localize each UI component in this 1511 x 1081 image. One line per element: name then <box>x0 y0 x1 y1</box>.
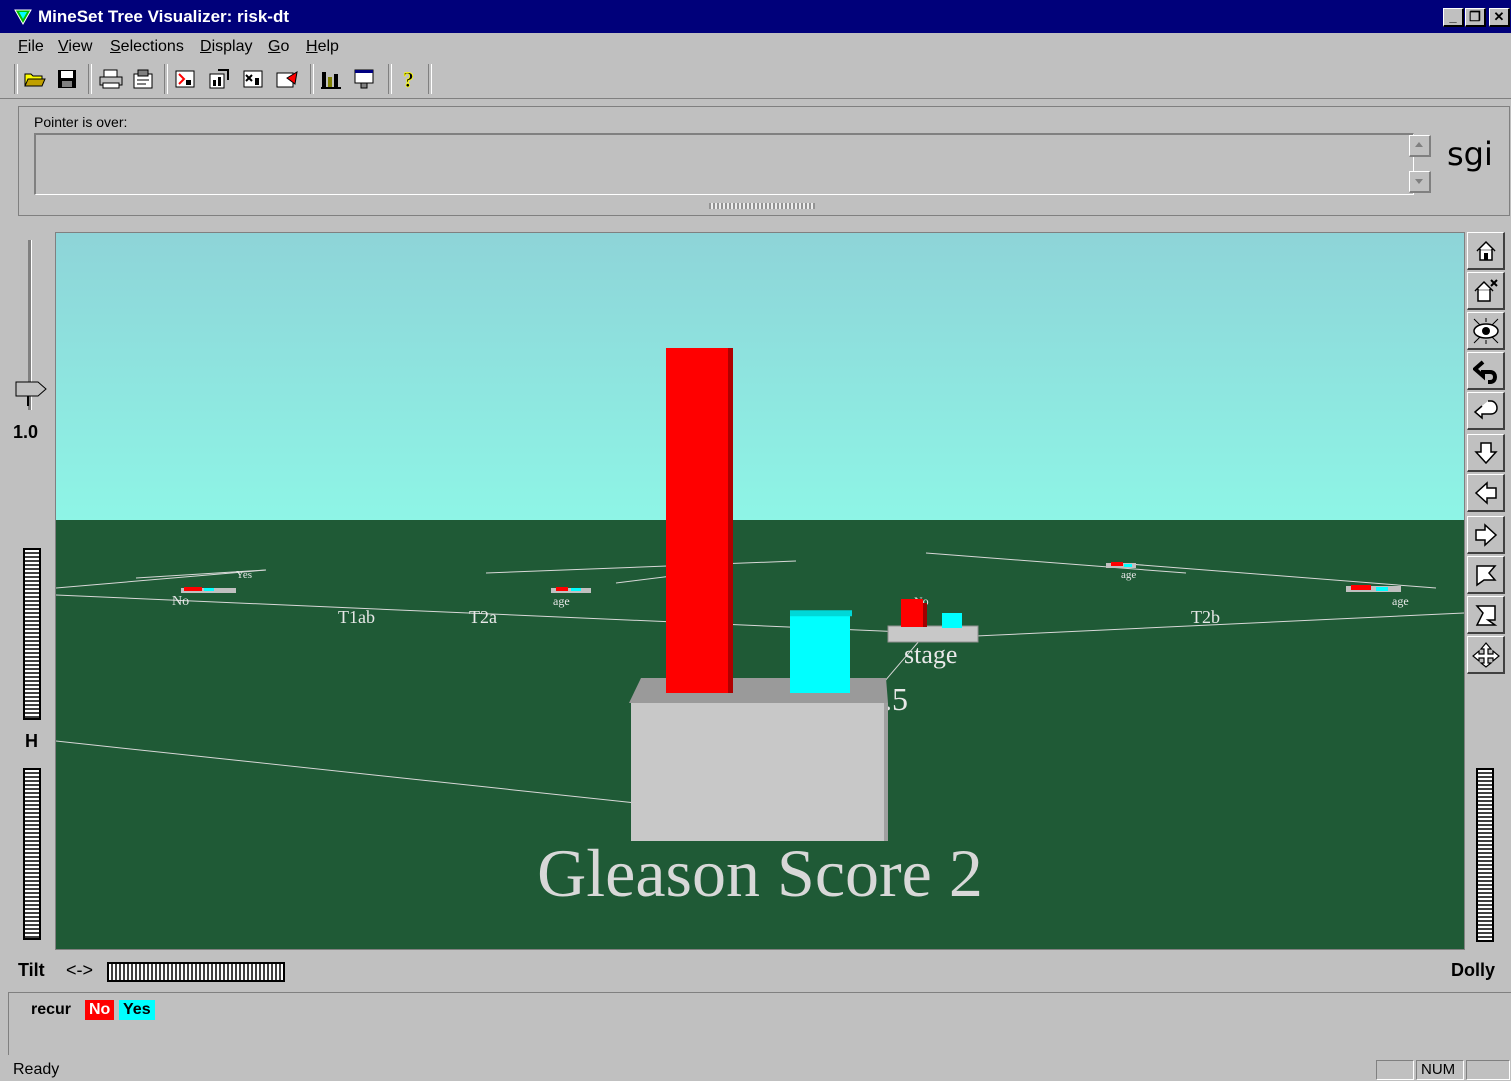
arrow-down-icon <box>1415 179 1423 184</box>
set-home-icon <box>1473 278 1498 302</box>
node-label: age <box>1392 594 1409 608</box>
home-button[interactable] <box>1467 232 1505 270</box>
chart-icon[interactable] <box>318 66 344 92</box>
mineset-app-icon <box>14 9 32 26</box>
menu-selections[interactable]: Selections <box>110 38 184 56</box>
open-icon[interactable] <box>22 66 48 92</box>
bar-no-side <box>728 348 733 693</box>
tilt-arrows: <-> <box>66 960 94 980</box>
down-button[interactable] <box>1467 434 1505 472</box>
flag-left-button[interactable] <box>1467 556 1505 594</box>
tilt-thumbwheel[interactable] <box>107 962 285 982</box>
sgi-logo: sgi <box>1447 135 1493 173</box>
view-all-button[interactable] <box>1467 312 1505 350</box>
arrow-left-icon <box>1474 480 1497 505</box>
save-icon[interactable] <box>54 66 80 92</box>
properties-icon[interactable] <box>130 66 156 92</box>
tree-scene[interactable]: No Yes No age age age T1ab T2a T2b stage… <box>56 233 1464 949</box>
bar-yes <box>790 614 850 693</box>
svg-text:?: ? <box>403 67 414 91</box>
tool-c-icon[interactable] <box>240 66 266 92</box>
branch-label: T1ab <box>338 607 375 627</box>
node-title: Gleason Score 2 <box>537 835 983 911</box>
menu-bar: File View Selections Display Go Help <box>0 34 1511 60</box>
branch-label: T2a <box>469 607 497 627</box>
arrow-right-icon <box>1474 522 1497 547</box>
close-button[interactable]: ✕ <box>1489 8 1510 27</box>
legend-class-yes[interactable]: Yes <box>119 1000 155 1020</box>
sky <box>56 233 1464 520</box>
arrow-down-icon <box>1473 441 1498 464</box>
minimize-button[interactable]: _ <box>1443 8 1464 27</box>
flag-icon <box>1474 604 1497 626</box>
status-num: NUM <box>1416 1060 1464 1080</box>
pointer-readout <box>34 133 1414 195</box>
status-bar: Ready NUM <box>0 1058 1511 1081</box>
navigate-button[interactable] <box>1467 636 1505 674</box>
node-label: age <box>1121 569 1136 581</box>
height-thumbwheel[interactable] <box>23 548 41 720</box>
legend-attribute: recur <box>31 1001 72 1018</box>
node-label: age <box>553 594 570 608</box>
flag-icon <box>1475 564 1497 586</box>
status-text: Ready <box>13 1061 60 1078</box>
set-home-button[interactable] <box>1467 272 1505 310</box>
restore-button[interactable]: ❐ <box>1465 8 1486 27</box>
right-button[interactable] <box>1467 516 1505 554</box>
dolly-label: Dolly <box>1451 960 1496 980</box>
rotate-thumbwheel[interactable] <box>23 768 41 940</box>
zoom-slider-thumb[interactable] <box>14 378 48 406</box>
legend-panel: recur No Yes <box>8 992 1511 1055</box>
tool-d-icon[interactable] <box>274 66 300 92</box>
navigate-arrows-icon <box>1471 641 1500 668</box>
home-icon <box>1475 240 1496 261</box>
panel-resize-grip[interactable] <box>709 203 815 209</box>
title-bar[interactable]: MineSet Tree Visualizer: risk-dt _ ❐ ✕ <box>0 0 1511 33</box>
menu-view[interactable]: View <box>58 38 92 56</box>
menu-go[interactable]: Go <box>268 38 289 56</box>
print-icon[interactable] <box>98 66 124 92</box>
arrow-up-icon <box>1415 142 1423 147</box>
return-arrow-icon <box>1473 399 1498 420</box>
legend-class-no[interactable]: No <box>85 1000 115 1020</box>
leaf-label: No <box>172 594 189 609</box>
pointer-label: Pointer is over: <box>34 114 128 130</box>
scroll-up-button[interactable] <box>1409 135 1431 157</box>
tool-b-icon[interactable] <box>206 66 232 92</box>
bar-no <box>666 348 728 693</box>
menu-help[interactable]: Help <box>306 38 339 56</box>
pointer-panel: Pointer is over: sgi <box>18 106 1510 216</box>
left-button[interactable] <box>1467 474 1505 512</box>
scroll-down-button[interactable] <box>1409 171 1431 193</box>
status-pane-empty <box>1466 1060 1510 1080</box>
stage-node-label: stage <box>904 640 957 669</box>
menu-display[interactable]: Display <box>200 38 252 56</box>
toolbar: ? <box>0 60 1511 99</box>
return-button[interactable] <box>1467 392 1505 430</box>
tool-a-icon[interactable] <box>172 66 198 92</box>
help-icon[interactable]: ? <box>396 66 422 92</box>
height-label: H <box>25 731 38 751</box>
tilt-label: Tilt <box>18 960 45 980</box>
back-button[interactable] <box>1467 352 1505 390</box>
window-icon[interactable] <box>352 66 378 92</box>
leaf-label: Yes <box>236 569 252 581</box>
window-title: MineSet Tree Visualizer: risk-dt <box>38 7 289 26</box>
branch-label: T2b <box>1191 607 1220 627</box>
menu-file[interactable]: File <box>18 38 44 56</box>
gleason-node[interactable] <box>629 678 888 841</box>
bar-yes-top <box>790 610 852 617</box>
dolly-thumbwheel[interactable] <box>1476 768 1494 942</box>
zoom-value: 1.0 <box>13 422 39 442</box>
undo-arrow-icon <box>1472 359 1497 384</box>
status-pane-empty <box>1376 1060 1414 1080</box>
eye-icon <box>1472 317 1499 344</box>
flag-right-button[interactable] <box>1467 596 1505 634</box>
tree-viewport[interactable]: No Yes No age age age T1ab T2a T2b stage… <box>55 232 1465 950</box>
